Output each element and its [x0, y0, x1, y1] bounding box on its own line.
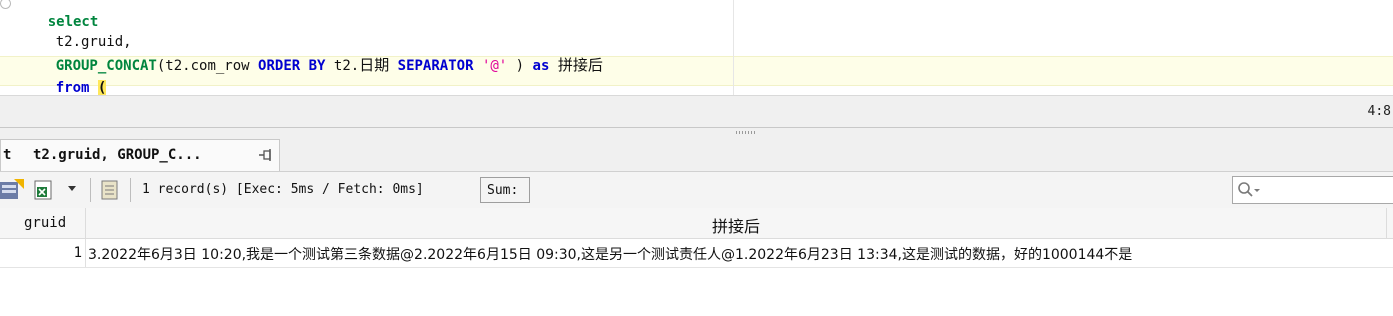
column-header-label: 拼接后 — [711, 217, 760, 236]
cell-value: 1 — [73, 245, 82, 261]
from-keyword: from — [55, 80, 90, 95]
notes-icon[interactable] — [99, 179, 121, 201]
splitter-grip-icon[interactable] — [736, 131, 756, 134]
record-info: 1 record(s) [Exec: 5ms / Fetch: 0ms] — [142, 182, 424, 197]
tab-prefix: t — [3, 147, 12, 163]
result-toolbar: 1 record(s) [Exec: 5ms / Fetch: 0ms] Sum… — [0, 171, 1393, 209]
table-cell-concat[interactable]: 3.2022年6月3日 10:20,我是一个测试第三条数据@2.2022年6月1… — [88, 244, 1132, 264]
dropdown-arrow-icon[interactable] — [67, 185, 77, 193]
concat-argument: (t2.com_row — [156, 58, 259, 74]
sql-editor[interactable]: select t2.gruid, GROUP_CONCAT(t2.com_row… — [0, 0, 1393, 95]
fold-marker-icon[interactable] — [0, 0, 11, 9]
grid-header: gruid 拼接后 — [0, 208, 1393, 239]
column-header-gruid[interactable]: gruid — [0, 208, 86, 238]
table-row[interactable]: 1 3.2022年6月3日 10:20,我是一个测试第三条数据@2.2022年6… — [0, 239, 1393, 268]
open-paren-highlight: ( — [97, 80, 107, 95]
toolbar-separator — [90, 178, 91, 202]
tab-label: t2.gruid, GROUP_C... — [33, 147, 202, 163]
order-by-keyword: ORDER BY — [258, 58, 326, 74]
column-header-label: gruid — [24, 215, 67, 231]
export-icon[interactable] — [0, 179, 26, 201]
cursor-position: 4:8 — [1367, 104, 1391, 119]
as-keyword: as — [532, 58, 550, 74]
column-divider — [1386, 208, 1387, 238]
pin-icon[interactable] — [257, 146, 275, 164]
column-alias: 拼接后 — [557, 56, 603, 74]
table-cell-gruid[interactable]: 1 — [0, 239, 86, 267]
order-column-name: 日期 — [359, 56, 390, 74]
result-tab-bar: t t2.gruid, GROUP_C... — [0, 138, 1393, 171]
order-column-prefix: t2. — [325, 58, 360, 74]
code-line-3: GROUP_CONCAT(t2.com_row ORDER BY t2.日期 S… — [22, 38, 603, 93]
editor-margin-line — [733, 0, 734, 95]
code-line-4: from ( — [22, 61, 107, 95]
search-icon — [1238, 182, 1260, 197]
editor-status-bar: 4:8 — [0, 95, 1393, 128]
result-grid: gruid 拼接后 1 3.2022年6月3日 10:20,我是一个测试第三条数… — [0, 208, 1393, 316]
search-input[interactable] — [1232, 176, 1393, 204]
sum-label: Sum: — [487, 183, 519, 198]
close-paren: ) — [507, 58, 533, 74]
excel-icon[interactable] — [33, 179, 53, 201]
sum-field[interactable]: Sum: — [480, 177, 530, 203]
column-header-concat[interactable]: 拼接后 — [86, 208, 1386, 238]
separator-keyword: SEPARATOR — [397, 58, 474, 74]
toolbar-separator — [130, 178, 131, 202]
result-tab[interactable]: t t2.gruid, GROUP_C... — [0, 139, 280, 171]
separator-string: '@' — [481, 58, 508, 74]
